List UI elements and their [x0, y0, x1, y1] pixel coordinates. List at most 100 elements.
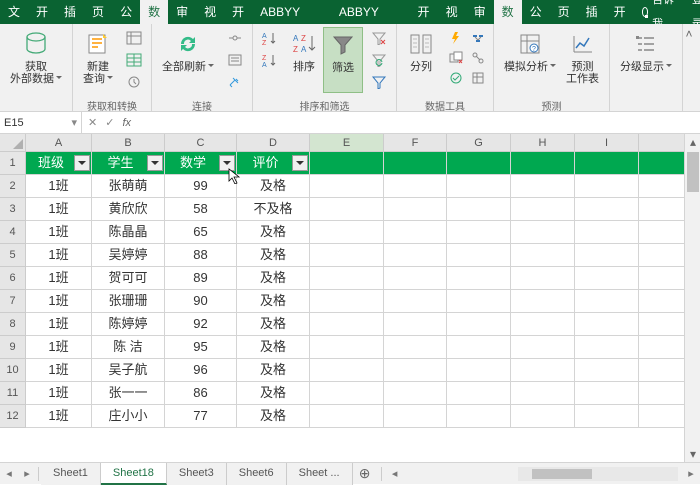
name-box[interactable]: E15▾: [0, 112, 82, 134]
tab-页面布局[interactable]: 页面布局: [550, 0, 578, 24]
cell[interactable]: 及格: [237, 405, 310, 428]
sheet-tab[interactable]: Sheet6: [227, 463, 287, 485]
cell[interactable]: [511, 382, 575, 405]
new-query-button[interactable]: 新建 查询: [78, 27, 118, 93]
cell[interactable]: [511, 175, 575, 198]
cell[interactable]: 95: [165, 336, 237, 359]
cell[interactable]: 及格: [237, 290, 310, 313]
menu-tab[interactable]: 视图: [196, 0, 224, 24]
sort-button[interactable]: AZZA 排序: [285, 27, 323, 93]
cell[interactable]: [447, 244, 511, 267]
manage-data-model-icon[interactable]: [467, 68, 489, 88]
cell[interactable]: 1班: [26, 198, 92, 221]
row-head[interactable]: 4: [0, 221, 26, 244]
col-head[interactable]: G: [447, 134, 511, 152]
cell[interactable]: 86: [165, 382, 237, 405]
cell[interactable]: [511, 313, 575, 336]
cell[interactable]: 1班: [26, 175, 92, 198]
recent-sources-icon[interactable]: [123, 72, 145, 92]
cell[interactable]: [511, 359, 575, 382]
cell[interactable]: 张珊珊: [92, 290, 165, 313]
clear-filter-icon[interactable]: [368, 28, 390, 48]
cell[interactable]: [310, 336, 384, 359]
cell[interactable]: [639, 198, 689, 221]
cell[interactable]: [384, 336, 447, 359]
cell[interactable]: [639, 405, 689, 428]
cell[interactable]: [384, 405, 447, 428]
cell[interactable]: 88: [165, 244, 237, 267]
flash-fill-icon[interactable]: [445, 28, 467, 48]
menu-tab[interactable]: 开始: [28, 0, 56, 24]
cell[interactable]: 1班: [26, 313, 92, 336]
cell[interactable]: [447, 382, 511, 405]
cell[interactable]: 1班: [26, 405, 92, 428]
tab-插入[interactable]: 插入: [578, 0, 606, 24]
col-head[interactable]: D: [237, 134, 310, 152]
cell[interactable]: [310, 244, 384, 267]
cell[interactable]: 92: [165, 313, 237, 336]
col-head[interactable]: H: [511, 134, 575, 152]
cell[interactable]: [384, 244, 447, 267]
cell[interactable]: [575, 152, 639, 175]
enter-icon[interactable]: ✓: [105, 116, 114, 129]
cell[interactable]: [511, 198, 575, 221]
cell[interactable]: [511, 336, 575, 359]
filter-dropdown-icon[interactable]: [74, 155, 90, 171]
cell[interactable]: 及格: [237, 359, 310, 382]
cell[interactable]: 77: [165, 405, 237, 428]
login-button[interactable]: 登录: [684, 0, 700, 24]
text-to-columns-button[interactable]: 分列: [402, 27, 440, 93]
row-head[interactable]: 5: [0, 244, 26, 267]
sheet-nav-next-icon[interactable]: ▸: [18, 467, 36, 480]
select-all-corner[interactable]: [0, 134, 26, 152]
row-head[interactable]: 9: [0, 336, 26, 359]
col-head[interactable]: I: [575, 134, 639, 152]
cell[interactable]: 1班: [26, 290, 92, 313]
cell[interactable]: 陈婷婷: [92, 313, 165, 336]
cell[interactable]: 不及格: [237, 198, 310, 221]
cell[interactable]: [639, 244, 689, 267]
relationships-icon[interactable]: [467, 48, 489, 68]
cell[interactable]: [447, 152, 511, 175]
menu-tab[interactable]: 审阅: [168, 0, 196, 24]
row-head[interactable]: 10: [0, 359, 26, 382]
cell[interactable]: [639, 313, 689, 336]
cell[interactable]: [575, 359, 639, 382]
cell[interactable]: [310, 198, 384, 221]
row-head[interactable]: 8: [0, 313, 26, 336]
cell[interactable]: [384, 359, 447, 382]
cell[interactable]: 数学: [165, 152, 237, 175]
fx-icon[interactable]: fx: [122, 117, 131, 129]
row-head[interactable]: 12: [0, 405, 26, 428]
cell[interactable]: [639, 152, 689, 175]
cell[interactable]: [447, 221, 511, 244]
sort-asc-icon[interactable]: AZ: [259, 28, 281, 48]
scroll-up-icon[interactable]: ▴: [685, 134, 700, 150]
cell[interactable]: [384, 175, 447, 198]
cell[interactable]: 及格: [237, 175, 310, 198]
tab-审阅[interactable]: 审阅: [466, 0, 494, 24]
remove-duplicates-icon[interactable]: [445, 48, 467, 68]
col-head[interactable]: B: [92, 134, 165, 152]
chevron-down-icon[interactable]: ▾: [71, 116, 77, 129]
row-head[interactable]: 2: [0, 175, 26, 198]
properties-icon[interactable]: [224, 50, 246, 70]
cell[interactable]: 吴婷婷: [92, 244, 165, 267]
sheet-tab[interactable]: Sheet3: [167, 463, 227, 485]
what-if-button[interactable]: ? 模拟分析: [499, 27, 561, 93]
cell[interactable]: [384, 267, 447, 290]
row-head[interactable]: 3: [0, 198, 26, 221]
cell[interactable]: [310, 405, 384, 428]
tab-公式[interactable]: 公式: [522, 0, 550, 24]
tell-me[interactable]: 告诉我...: [634, 0, 684, 24]
cell[interactable]: [384, 198, 447, 221]
cancel-icon[interactable]: ✕: [88, 116, 97, 129]
cell[interactable]: [511, 267, 575, 290]
cell[interactable]: 及格: [237, 336, 310, 359]
show-queries-icon[interactable]: [123, 28, 145, 48]
menu-tab[interactable]: ABBYY FineReader 11: [252, 0, 331, 24]
cell[interactable]: 贺可可: [92, 267, 165, 290]
collapse-ribbon-icon[interactable]: ˄: [682, 27, 696, 41]
cell[interactable]: [310, 382, 384, 405]
cell[interactable]: 陈晶晶: [92, 221, 165, 244]
